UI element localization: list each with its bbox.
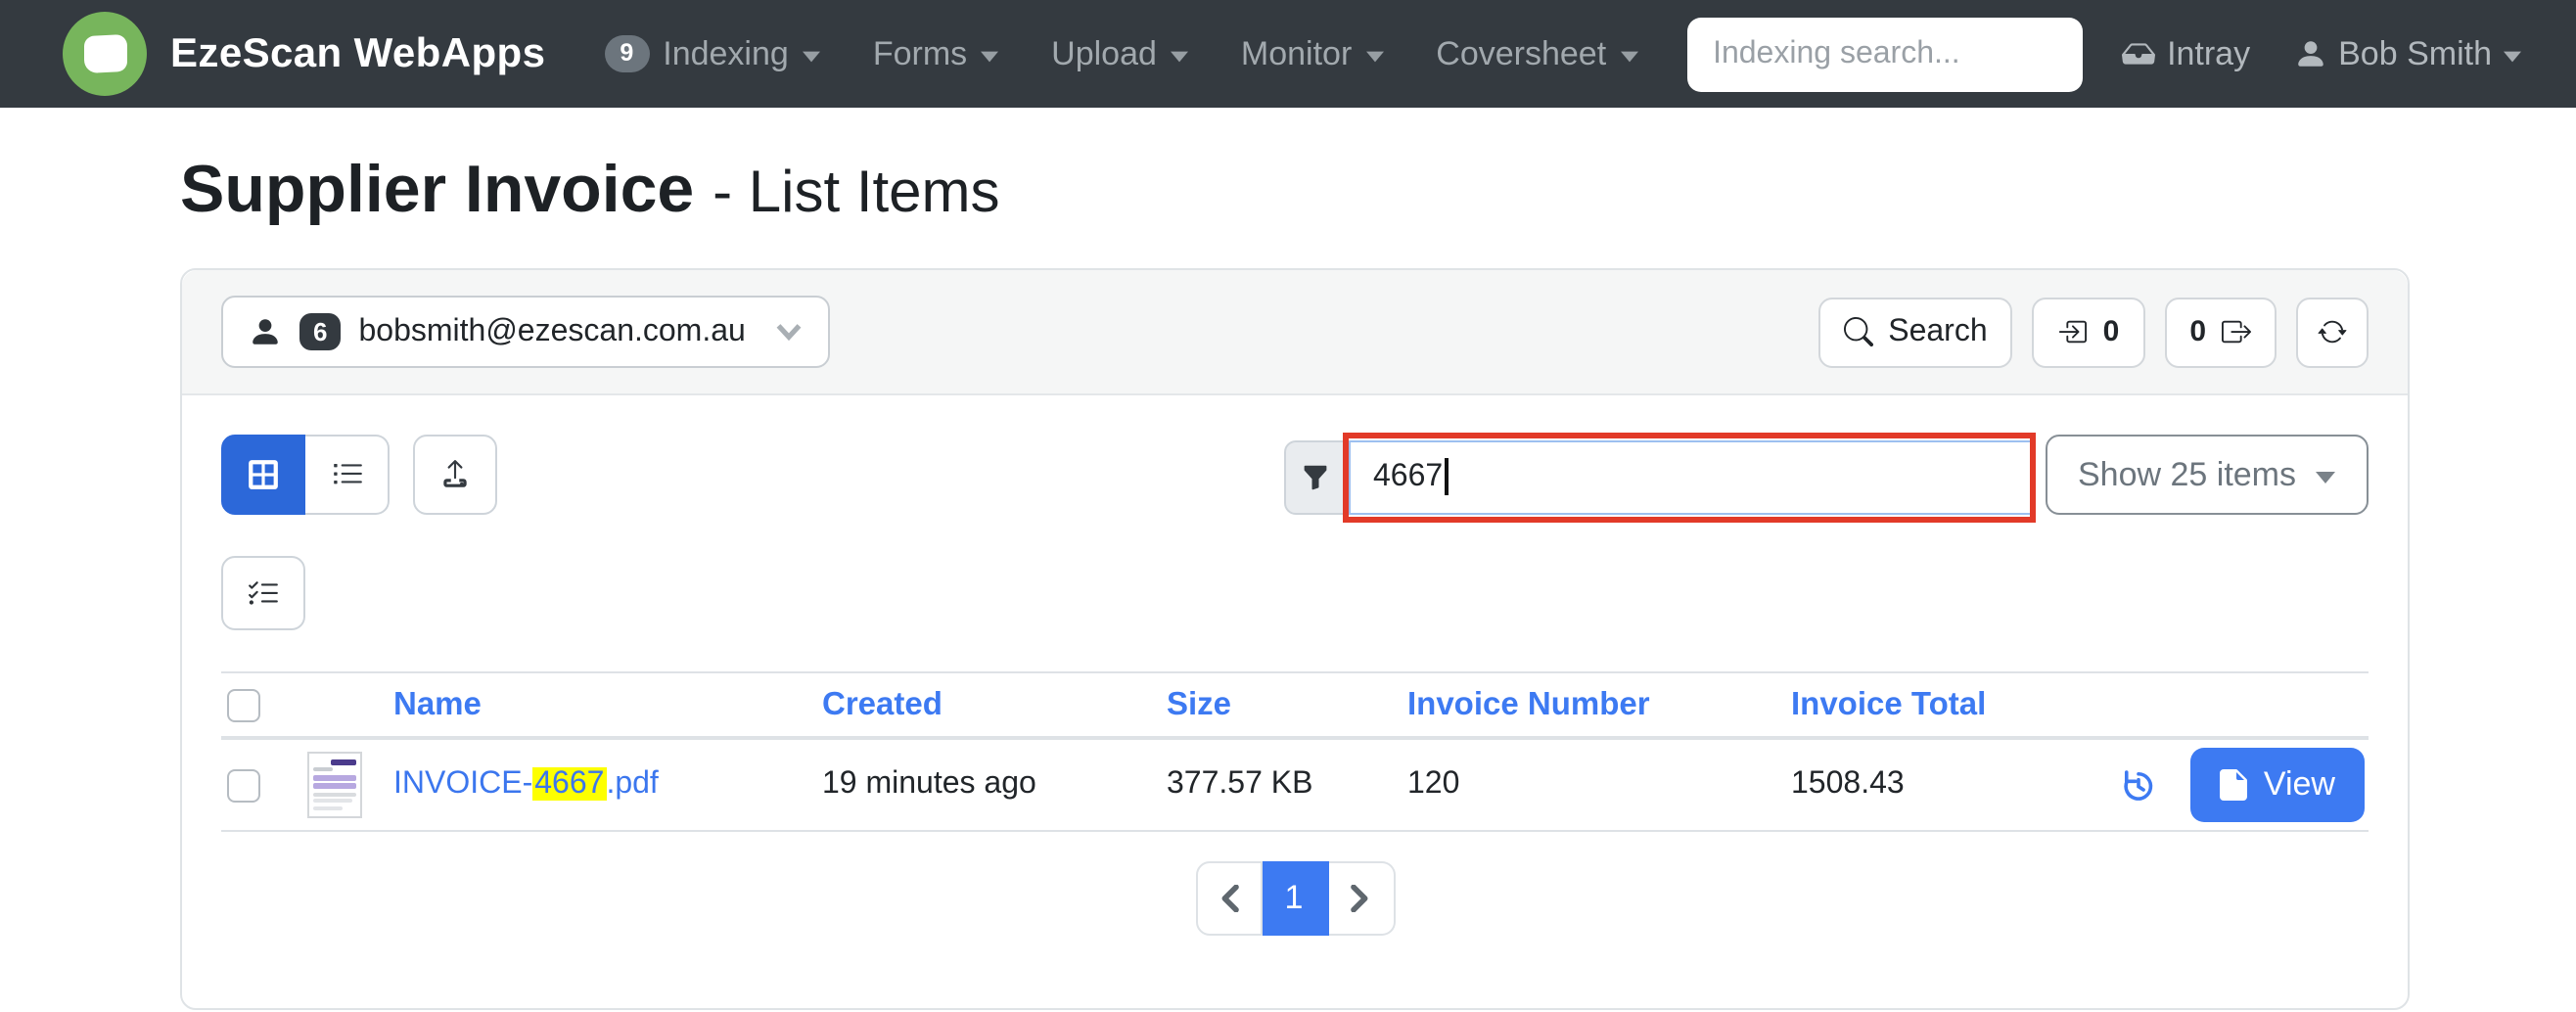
list-view-button[interactable] — [305, 435, 390, 515]
pagination-next[interactable] — [1328, 861, 1395, 936]
refresh-button[interactable] — [2296, 297, 2369, 367]
checkout-button[interactable]: 0 — [2164, 297, 2277, 367]
history-icon[interactable] — [2121, 766, 2158, 804]
pagination-prev[interactable] — [1195, 861, 1262, 936]
filter-funnel-icon — [1302, 463, 1329, 490]
filter-controls: 4667 Show 25 items — [1283, 435, 2369, 515]
view-toggle-group — [221, 435, 390, 515]
page-title-main: Supplier Invoice — [180, 153, 694, 227]
list-items-card: 6 bobsmith@ezescan.com.au Search 0 0 — [180, 268, 2410, 1010]
row-actions: View — [2114, 748, 2369, 822]
search-match-highlight: 4667 — [532, 767, 606, 801]
main-menu: 9 Indexing Forms Upload Monitor Covershe… — [604, 34, 1687, 73]
person-icon — [2293, 37, 2326, 70]
cell-invoice-total: 1508.43 — [1791, 767, 2114, 803]
column-header-invoice-number[interactable]: Invoice Number — [1407, 686, 1791, 723]
queue-count-badge: 6 — [299, 313, 341, 350]
chevron-down-icon — [775, 323, 803, 341]
ezescan-webapps-window: EzeScan WebApps 9 Indexing Forms Upload … — [0, 0, 2576, 1012]
filter-input[interactable]: 4667 — [1348, 439, 2031, 514]
menu-indexing[interactable]: 9 Indexing — [604, 34, 819, 73]
select-items-button[interactable] — [221, 556, 305, 630]
app-logo-icon — [63, 12, 147, 96]
checkout-icon — [2222, 317, 2251, 346]
cell-invoice-number: 120 — [1407, 767, 1791, 803]
view-controls — [221, 435, 497, 515]
brand-title: EzeScan WebApps — [170, 30, 545, 77]
checkin-count: 0 — [2103, 315, 2120, 348]
select-all-checkbox[interactable] — [227, 688, 260, 721]
select-items-icon — [247, 576, 280, 610]
queue-account-select[interactable]: 6 bobsmith@ezescan.com.au — [221, 296, 830, 368]
pagination-page-1[interactable]: 1 — [1262, 861, 1328, 936]
refresh-icon — [2318, 317, 2347, 346]
pagination: 1 — [1195, 861, 1395, 936]
indexing-count-badge: 9 — [604, 36, 649, 72]
file-icon — [2221, 769, 2248, 801]
table-row: INVOICE-4667.pdf 19 minutes ago 377.57 K… — [221, 740, 2369, 832]
caret-down-icon — [2316, 471, 2335, 483]
cell-created: 19 minutes ago — [822, 767, 1167, 803]
grid-view-icon — [247, 458, 280, 491]
column-header-created[interactable]: Created — [822, 686, 1167, 723]
queue-account-email: bobsmith@ezescan.com.au — [358, 314, 745, 349]
chevron-left-icon — [1219, 885, 1238, 912]
page-title: Supplier Invoice - List Items — [180, 153, 2576, 229]
column-header-name[interactable]: Name — [393, 686, 822, 723]
page-title-sub: - List Items — [713, 161, 999, 225]
queue-bar: 6 bobsmith@ezescan.com.au Search 0 0 — [182, 270, 2408, 395]
upload-icon — [438, 458, 472, 491]
caret-down-icon — [803, 50, 820, 62]
column-header-size[interactable]: Size — [1167, 686, 1407, 723]
menu-coversheet[interactable]: Coversheet — [1436, 34, 1637, 73]
caret-down-icon — [1620, 50, 1637, 62]
filter-input-wrap: 4667 — [1348, 439, 2031, 514]
user-menu[interactable]: Bob Smith — [2293, 34, 2521, 73]
grid-view-button[interactable] — [221, 435, 305, 515]
upload-button[interactable] — [413, 435, 497, 515]
cell-size: 377.57 KB — [1167, 767, 1407, 803]
list-toolbar: 4667 Show 25 items — [221, 435, 2369, 515]
caret-down-icon — [2504, 50, 2521, 62]
filter-input-value: 4667 — [1373, 459, 1443, 494]
intray-link[interactable]: Intray — [2122, 34, 2250, 73]
caret-down-icon — [1171, 50, 1188, 62]
menu-upload[interactable]: Upload — [1051, 34, 1188, 73]
filter-addon — [1283, 439, 1348, 514]
items-table: Name Created Size Invoice Number Invoice… — [221, 671, 2369, 832]
menu-forms[interactable]: Forms — [873, 34, 998, 73]
queue-actions: Search 0 0 — [1817, 297, 2369, 367]
page-size-dropdown[interactable]: Show 25 items — [2045, 435, 2369, 515]
search-button[interactable]: Search — [1817, 297, 2012, 367]
menu-monitor[interactable]: Monitor — [1241, 34, 1383, 73]
indexing-search-input[interactable] — [1687, 17, 2083, 91]
top-navbar: EzeScan WebApps 9 Indexing Forms Upload … — [0, 0, 2576, 108]
checkin-button[interactable]: 0 — [2033, 297, 2145, 367]
row-checkbox[interactable] — [227, 768, 260, 802]
pdf-thumbnail[interactable] — [307, 752, 362, 818]
navbar-right: Intray Bob Smith — [2122, 34, 2521, 73]
view-button[interactable]: View — [2191, 748, 2365, 822]
brand[interactable]: EzeScan WebApps — [63, 12, 545, 96]
list-view-icon — [330, 458, 363, 491]
intray-icon — [2122, 37, 2155, 70]
checkout-count: 0 — [2189, 315, 2206, 348]
caret-down-icon — [1365, 50, 1383, 62]
card-body: 4667 Show 25 items — [182, 395, 2408, 936]
search-icon — [1843, 317, 1872, 346]
file-name-link[interactable]: INVOICE-4667.pdf — [393, 767, 822, 803]
chevron-right-icon — [1351, 885, 1370, 912]
table-header-row: Name Created Size Invoice Number Invoice… — [221, 671, 2369, 740]
checkin-icon — [2058, 317, 2088, 346]
text-cursor — [1445, 458, 1448, 495]
caret-down-icon — [981, 50, 998, 62]
column-header-invoice-total[interactable]: Invoice Total — [1791, 686, 2114, 723]
person-icon — [249, 315, 282, 348]
